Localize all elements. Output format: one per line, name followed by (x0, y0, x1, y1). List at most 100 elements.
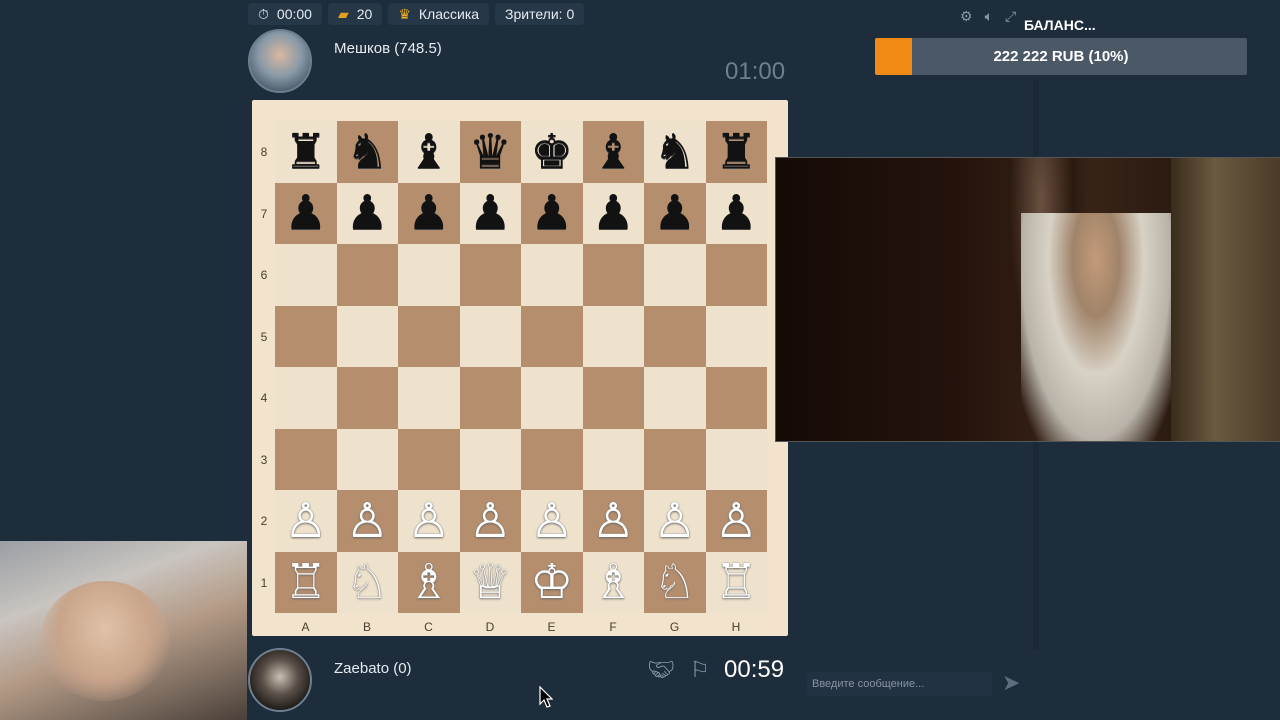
board-square-f2[interactable]: ♙ (582, 490, 644, 552)
board-square-e6[interactable] (521, 244, 583, 306)
board-square-e4[interactable] (521, 367, 583, 429)
board-square-h6[interactable] (705, 244, 767, 306)
board-square-e1[interactable]: ♔ (521, 551, 583, 613)
board-square-b4[interactable] (336, 367, 398, 429)
board-square-g5[interactable] (644, 305, 706, 367)
board-square-e5[interactable] (521, 305, 583, 367)
board-square-c3[interactable] (398, 428, 460, 490)
board-square-c1[interactable]: ♗ (398, 551, 460, 613)
chess-piece[interactable]: ♟ (715, 189, 758, 237)
chess-piece[interactable]: ♟ (346, 189, 389, 237)
settings-icon[interactable]: ⚙ (960, 8, 973, 25)
chess-piece[interactable]: ♚ (530, 128, 573, 176)
board-square-b8[interactable]: ♞ (336, 121, 398, 183)
board-square-c6[interactable] (398, 244, 460, 306)
board-square-a4[interactable] (275, 367, 337, 429)
board-square-d4[interactable] (459, 367, 521, 429)
chess-piece[interactable]: ♙ (346, 497, 389, 545)
board-square-d1[interactable]: ♕ (459, 551, 521, 613)
chess-piece[interactable]: ♖ (715, 558, 758, 606)
chess-piece[interactable]: ♞ (653, 128, 696, 176)
chess-piece[interactable]: ♞ (346, 128, 389, 176)
board-square-g6[interactable] (644, 244, 706, 306)
chess-piece[interactable]: ♝ (407, 128, 450, 176)
chess-piece[interactable]: ♘ (346, 558, 389, 606)
board-square-e7[interactable]: ♟ (521, 182, 583, 244)
chess-piece[interactable]: ♘ (653, 558, 696, 606)
board-square-h1[interactable]: ♖ (705, 551, 767, 613)
chess-piece[interactable]: ♟ (592, 189, 635, 237)
board-square-g8[interactable]: ♞ (644, 121, 706, 183)
chess-piece[interactable]: ♖ (284, 558, 327, 606)
board-square-d5[interactable] (459, 305, 521, 367)
chess-piece[interactable]: ♙ (653, 497, 696, 545)
board-square-h8[interactable]: ♜ (705, 121, 767, 183)
board-square-f6[interactable] (582, 244, 644, 306)
chess-piece[interactable]: ♙ (530, 497, 573, 545)
board-square-f3[interactable] (582, 428, 644, 490)
board-square-h5[interactable] (705, 305, 767, 367)
board-square-b1[interactable]: ♘ (336, 551, 398, 613)
chess-board[interactable]: ♜ ♞ ♝ ♛ ♚ ♝ ♞ ♜ ♟ ♟ ♟ ♟ ♟ ♟ ♟ ♟ ♙ ♙ ♙ ♙ ♙ ♙ ♙ ♙ ♖ ♘ ♗ ♕ ♔ ♗ ♘ ♖ (275, 121, 767, 613)
board-square-h2[interactable]: ♙ (705, 490, 767, 552)
board-square-a2[interactable]: ♙ (275, 490, 337, 552)
chess-piece[interactable]: ♟ (530, 189, 573, 237)
board-square-a6[interactable] (275, 244, 337, 306)
chess-piece[interactable]: ♜ (715, 128, 758, 176)
chess-piece[interactable]: ♙ (592, 497, 635, 545)
board-square-b7[interactable]: ♟ (336, 182, 398, 244)
board-square-g3[interactable] (644, 428, 706, 490)
board-square-d8[interactable]: ♛ (459, 121, 521, 183)
board-square-b3[interactable] (336, 428, 398, 490)
board-square-c8[interactable]: ♝ (398, 121, 460, 183)
chess-piece[interactable]: ♙ (469, 497, 512, 545)
board-square-h7[interactable]: ♟ (705, 182, 767, 244)
board-square-f1[interactable]: ♗ (582, 551, 644, 613)
chess-piece[interactable]: ♙ (715, 497, 758, 545)
opponent-avatar[interactable] (248, 29, 312, 93)
chess-piece[interactable]: ♟ (653, 189, 696, 237)
board-square-c4[interactable] (398, 367, 460, 429)
chess-piece[interactable]: ♛ (469, 128, 512, 176)
send-icon[interactable]: ➤ (1002, 670, 1020, 696)
board-square-f7[interactable]: ♟ (582, 182, 644, 244)
chess-piece[interactable]: ♗ (407, 558, 450, 606)
board-square-h3[interactable] (705, 428, 767, 490)
board-square-f5[interactable] (582, 305, 644, 367)
board-square-c7[interactable]: ♟ (398, 182, 460, 244)
board-square-e2[interactable]: ♙ (521, 490, 583, 552)
chess-piece[interactable]: ♜ (284, 128, 327, 176)
volume-icon[interactable]: 🔈︎ (985, 8, 993, 25)
player-avatar[interactable] (248, 648, 312, 712)
chess-piece[interactable]: ♝ (592, 128, 635, 176)
board-square-c5[interactable] (398, 305, 460, 367)
board-square-g1[interactable]: ♘ (644, 551, 706, 613)
chess-piece[interactable]: ♔ (530, 558, 573, 606)
board-square-c2[interactable]: ♙ (398, 490, 460, 552)
board-square-a3[interactable] (275, 428, 337, 490)
board-square-f4[interactable] (582, 367, 644, 429)
chess-piece[interactable]: ♗ (592, 558, 635, 606)
board-square-d7[interactable]: ♟ (459, 182, 521, 244)
chess-piece[interactable]: ♙ (284, 497, 327, 545)
chess-piece[interactable]: ♟ (407, 189, 450, 237)
chess-piece[interactable]: ♕ (469, 558, 512, 606)
board-square-g4[interactable] (644, 367, 706, 429)
board-square-a1[interactable]: ♖ (275, 551, 337, 613)
board-square-b2[interactable]: ♙ (336, 490, 398, 552)
chess-piece[interactable]: ♙ (407, 497, 450, 545)
chess-piece[interactable]: ♟ (284, 189, 327, 237)
board-square-d3[interactable] (459, 428, 521, 490)
board-square-a8[interactable]: ♜ (275, 121, 337, 183)
board-square-e8[interactable]: ♚ (521, 121, 583, 183)
handshake-icon[interactable]: 🤝︎ (647, 657, 675, 683)
board-square-e3[interactable] (521, 428, 583, 490)
fullscreen-icon[interactable]: ⤢ (1005, 8, 1016, 25)
board-square-d2[interactable]: ♙ (459, 490, 521, 552)
board-square-b6[interactable] (336, 244, 398, 306)
chess-piece[interactable]: ♟ (469, 189, 512, 237)
flag-icon[interactable]: ⚐ (690, 657, 710, 683)
chat-input[interactable]: Введите сообщение... (807, 672, 992, 696)
board-square-h4[interactable] (705, 367, 767, 429)
board-square-a7[interactable]: ♟ (275, 182, 337, 244)
